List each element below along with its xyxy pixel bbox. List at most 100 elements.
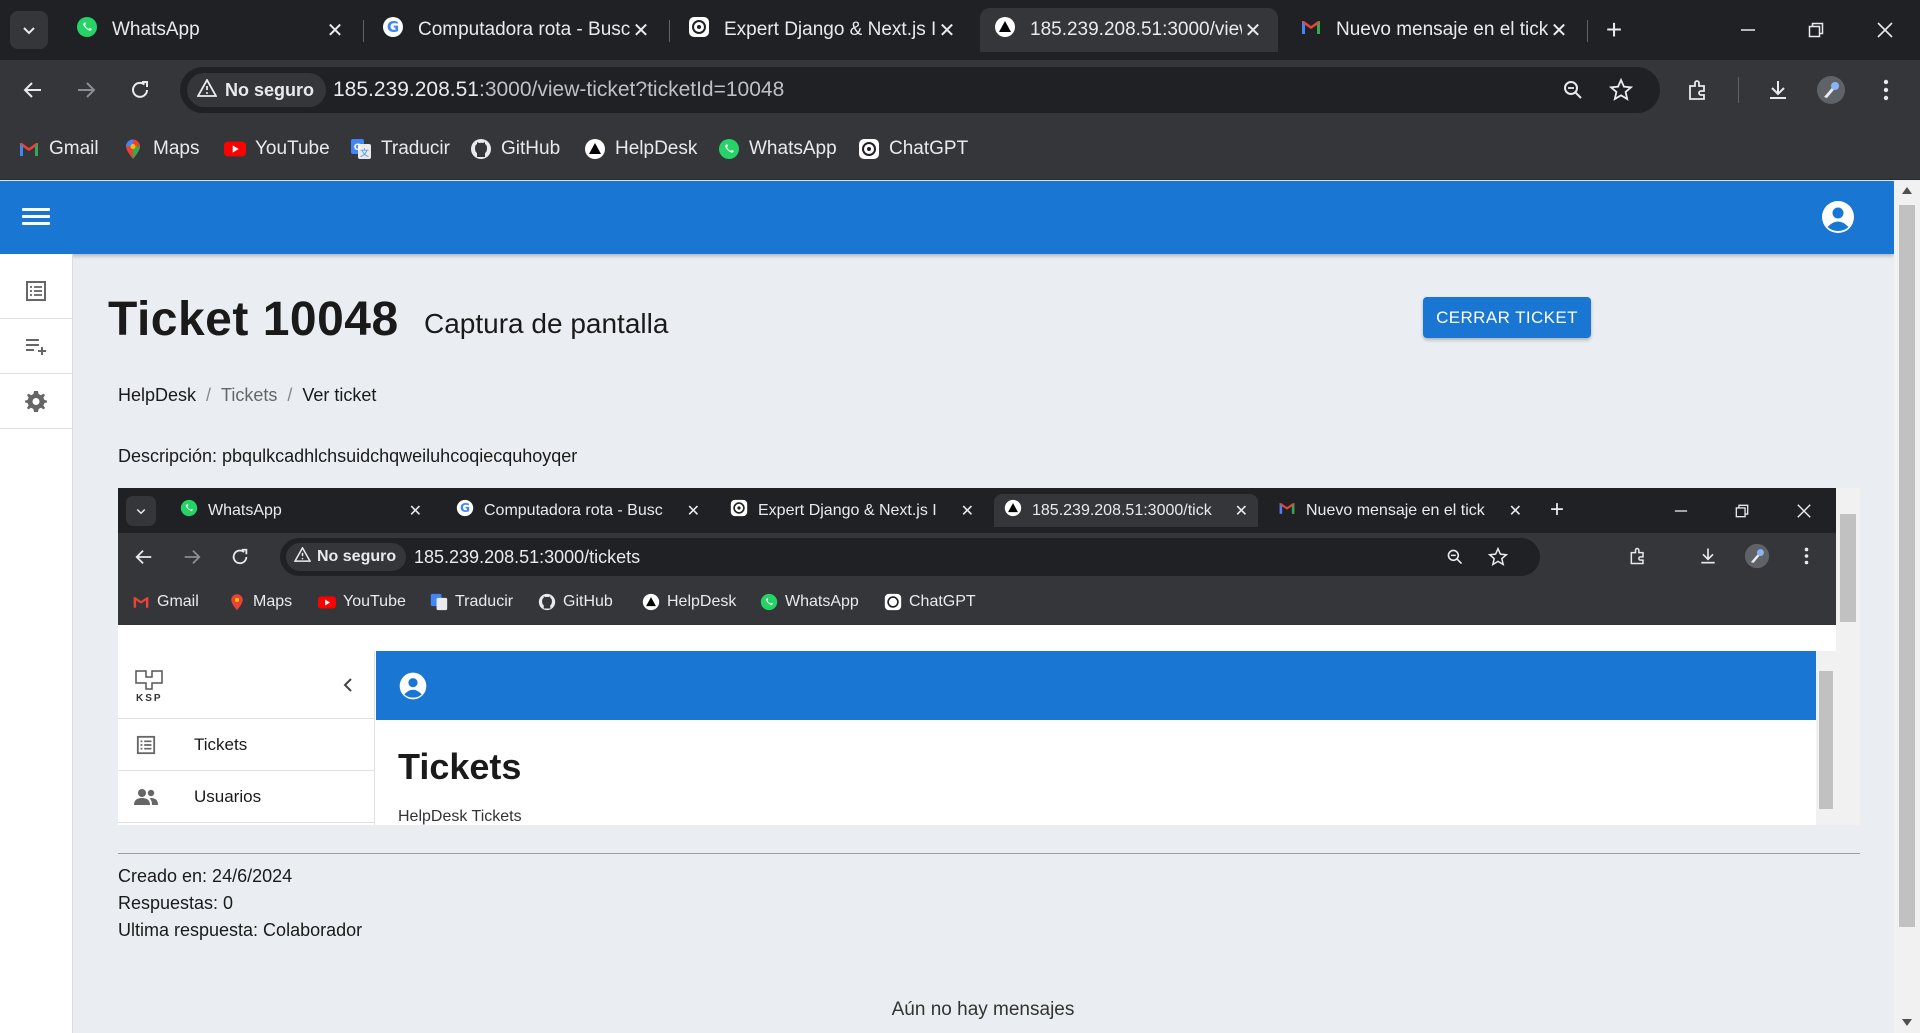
zoom-icon [1447,549,1463,565]
bookmark-label: Traducir [381,138,450,159]
browser-menu-button[interactable] [1870,74,1902,106]
drawer-item-label: Tickets [194,734,248,754]
close-window-button[interactable] [1855,8,1915,52]
screenshot-tab-active: 185.239.208.51:3000/tick ✕ [994,494,1258,527]
attached-screenshot[interactable]: WhatsApp ✕ G Computadora rota - Busc ✕ E… [118,488,1860,825]
close-icon: ✕ [1234,502,1248,520]
security-chip[interactable]: No seguro [187,73,327,107]
restore-button[interactable] [1786,8,1846,52]
url-path: :3000/view-ticket?ticketId=10048 [478,78,785,101]
ticket-description: Descripción: pbqulkcadhlchsuidchqweiluhc… [118,446,578,466]
tab-separator [669,20,670,42]
screenshot-tab: G Computadora rota - Busc ✕ [446,494,710,527]
tab-search-button[interactable] [10,11,48,49]
close-icon[interactable]: ✕ [630,19,652,42]
screenshot-drawer-header: KSP [118,651,375,719]
scrollbar-thumb[interactable] [1899,205,1915,927]
close-ticket-button[interactable]: CERRAR TICKET [1423,297,1591,338]
arrow-right-icon [184,549,201,565]
bookmark-label: ChatGPT [889,138,969,159]
gmail-icon [1300,16,1322,44]
puzzle-icon [1689,80,1705,100]
security-label: No seguro [225,79,315,100]
scroll-up-arrow-icon[interactable] [1902,187,1912,194]
downloads-button[interactable] [1762,74,1794,106]
rail-item-tickets[interactable] [0,264,72,319]
tab-title: WhatsApp [208,501,282,519]
browser-tab-active[interactable]: 185.239.208.51:3000/view ✕ [980,8,1278,52]
bookmark-label: WhatsApp [785,593,859,610]
ticket-reply-count: Respuestas: 0 [118,893,234,913]
browser-tab-gmail[interactable]: Nuevo mensaje en el tick ✕ [1286,8,1584,52]
zoom-icon [1564,81,1582,99]
reload-icon [232,548,248,565]
breadcrumb-helpdesk[interactable]: HelpDesk [118,385,196,406]
address-bar[interactable]: No seguro 185.239.208.51:3000/view-ticke… [180,67,1660,113]
bookmark-gmail[interactable]: Gmail [18,138,99,160]
bookmark-chatgpt[interactable]: ChatGPT [858,138,968,160]
bookmark-whatsapp[interactable]: WhatsApp [718,138,837,160]
screenshot-bookmark: Maps [228,593,292,611]
bookmark-github[interactable]: GitHub [470,138,560,160]
reload-button[interactable] [124,74,156,106]
breadcrumb: HelpDesk / Tickets / Ver ticket [118,385,376,406]
screenshot-cut-text: HelpDesk Tickets [398,808,522,825]
chatgpt-icon [688,16,710,44]
screenshot-drawer-item-tickets: Tickets [118,719,375,771]
menu-icon[interactable] [22,205,50,229]
screenshot-scrollbar[interactable] [1836,488,1860,825]
forward-button[interactable] [70,74,102,106]
rail-item-settings[interactable] [0,374,72,429]
screenshot-drawer: KSP Tickets Usuarios [118,651,375,825]
bookmark-maps[interactable]: Maps [122,138,199,160]
browser-tab-whatsapp[interactable]: WhatsApp ✕ [62,8,360,52]
breadcrumb-current: Ver ticket [302,385,377,405]
screenshot-bookmark: GitHub [538,593,613,611]
ticket-last-reply: Ultima respuesta: Colaborador [118,920,363,940]
bookmark-youtube[interactable]: YouTube [224,138,330,160]
restore-icon [1808,22,1824,38]
arrow-left-icon [23,82,41,98]
profile-avatar[interactable] [1815,74,1847,106]
close-icon[interactable]: ✕ [1548,19,1570,42]
list-icon [26,281,46,301]
minimize-button[interactable] [1718,8,1778,52]
url-host: 185.239.208.51 [333,78,479,101]
whatsapp-icon [760,593,778,611]
bookmark-label: Gmail [49,138,99,159]
zoom-button[interactable] [1557,74,1589,106]
drawer-item-label: Usuarios [194,786,262,806]
list-icon [134,733,158,757]
url-text[interactable]: 185.239.208.51:3000/view-ticket?ticketId… [333,78,784,102]
tab-title: Computadora rota - Busc [484,501,663,519]
browser-tab-google[interactable]: G Computadora rota - Busc ✕ [368,8,666,52]
account-circle-icon[interactable] [1820,199,1856,235]
tab-separator [1587,20,1588,42]
close-icon[interactable]: ✕ [1242,19,1264,42]
tab-title: Expert Django & Next.js I [758,501,937,519]
browser-tab-chatgpt[interactable]: Expert Django & Next.js I ✕ [674,8,972,52]
maps-icon [228,593,246,611]
new-tab-button[interactable]: + [1598,14,1630,46]
bookmark-star-button[interactable] [1605,74,1637,106]
page-scrollbar[interactable] [1894,181,1920,1033]
close-icon[interactable]: ✕ [936,19,958,42]
logo-text: KSP [136,693,163,704]
google-icon: G [456,499,474,522]
breadcrumb-tickets[interactable]: Tickets [221,385,277,406]
scroll-down-arrow-icon[interactable] [1902,1019,1912,1026]
rail-item-new-ticket[interactable] [0,319,72,374]
chevron-down-icon [23,27,35,35]
close-icon[interactable]: ✕ [324,19,346,42]
arrow-left-icon [135,549,152,565]
chatgpt-icon [858,138,880,160]
screenshot-tab-search [126,496,156,526]
bookmark-traducir[interactable]: G文 Traducir [350,138,450,160]
people-icon [134,785,158,809]
bookmark-helpdesk[interactable]: HelpDesk [584,138,697,160]
screenshot-page-title: Tickets [398,746,522,787]
tab-title: 185.239.208.51:3000/view [1030,19,1242,40]
back-button[interactable] [17,74,49,106]
extensions-button[interactable] [1682,74,1714,106]
svg-text:G: G [387,18,399,36]
